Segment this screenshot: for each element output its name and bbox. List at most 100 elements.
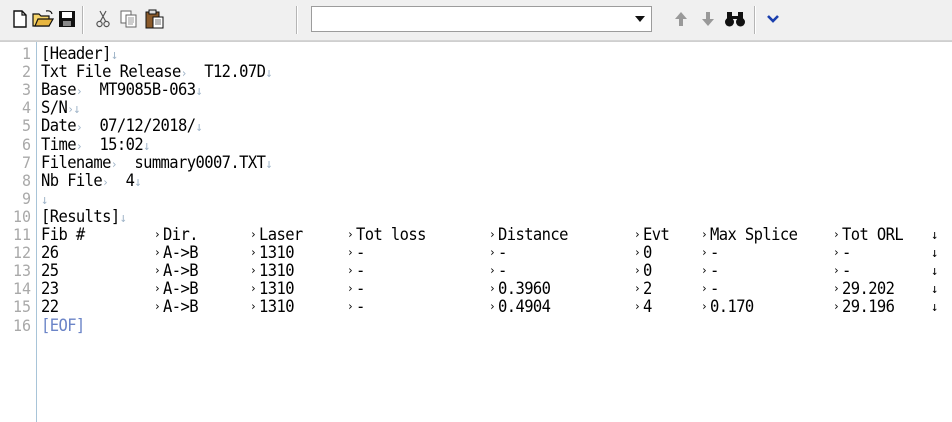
new-file-icon[interactable] [9, 8, 31, 30]
line-number: 13 [12, 261, 31, 281]
table-cell: - [710, 261, 719, 281]
line-number: 14 [12, 279, 31, 299]
line-text: [EOF] [41, 315, 85, 335]
tab-mark: › [250, 227, 257, 242]
line-number: 5 [21, 116, 31, 136]
tab-mark: › [701, 299, 708, 314]
copy-icon[interactable] [118, 8, 140, 30]
table-cell: 0.3960 [498, 279, 551, 299]
tab-mark: › [833, 227, 840, 242]
editor-line: 11 Fib # › Dir. › Laser › Tot loss › Distance › Evt… [0, 225, 952, 244]
table-cell: A->B [163, 243, 199, 263]
eol-mark: ↓ [265, 155, 272, 171]
table-cell: 2 [643, 279, 652, 299]
open-folder-icon[interactable] [32, 8, 54, 30]
chevron-down-icon[interactable] [635, 16, 645, 22]
eol-mark: ↓ [931, 281, 938, 297]
cut-icon[interactable] [92, 8, 114, 30]
line-number: 10 [12, 206, 31, 227]
line-number: 3 [21, 80, 31, 100]
editor-line: 7 Filename› summary0007.TXT↓ [0, 153, 952, 172]
editor-line: 14 23 › A->B › 1310 › - › 0.3960 › 2 › - › 29.202 ↓ [0, 279, 952, 298]
search-input[interactable] [312, 7, 638, 31]
table-cell: 29.196 [842, 297, 895, 317]
eol-mark: ↓ [41, 192, 48, 208]
chevron-down-icon[interactable] [762, 8, 784, 30]
toolbar-separator [82, 6, 84, 34]
table-cell: 1310 [259, 243, 295, 263]
arrow-down-icon[interactable] [697, 8, 719, 30]
table-cell: - [356, 261, 365, 281]
field-label: Date [41, 116, 77, 136]
tab-mark: › [154, 227, 161, 242]
tab-mark: › [250, 263, 257, 278]
text-editor[interactable]: 1 [Header]↓ 2 Txt File Release› T12.07D↓ 3 Ba… [0, 41, 952, 422]
line-number: 16 [12, 315, 31, 335]
tab-mark: › [634, 281, 641, 296]
tab-mark: › [347, 263, 354, 278]
field-label: Filename [41, 152, 111, 173]
editor-line: 9 ↓ [0, 189, 952, 208]
eol-mark: ↓ [110, 47, 118, 63]
tab-mark: › [250, 281, 257, 296]
toolbar-separator [296, 6, 298, 34]
field-value: 07/12/2018/ [99, 116, 196, 136]
table-cell: Dir. [163, 225, 199, 245]
table-cell: A->B [163, 279, 199, 299]
search-combobox[interactable] [311, 6, 652, 32]
table-cell: 25 [41, 261, 59, 281]
tab-mark: › [250, 299, 257, 314]
field-label: Time [41, 134, 77, 154]
tab-mark: › [154, 245, 161, 260]
table-cell: - [498, 243, 507, 263]
arrow-up-icon[interactable] [670, 8, 692, 30]
line-number: 2 [21, 62, 31, 82]
line-number: 4 [21, 98, 31, 118]
field-label: S/N [41, 98, 68, 118]
tab-mark: › [701, 227, 708, 242]
table-cell: 1310 [259, 297, 295, 317]
tab-mark: › [489, 281, 496, 296]
editor-line: 13 25 › A->B › 1310 › - › - › 0 › - › - ↓ [0, 261, 952, 280]
line-number: 12 [12, 243, 31, 263]
tab-mark: › [154, 281, 161, 296]
paste-icon[interactable] [144, 8, 166, 30]
tab-mark: › [634, 245, 641, 260]
table-cell: - [356, 297, 365, 317]
field-value: T12.07D [204, 62, 266, 82]
editor-line: 1 [Header]↓ [0, 44, 952, 63]
binoculars-icon[interactable] [724, 8, 746, 30]
tab-mark: › [154, 263, 161, 278]
tab-mark: › [347, 227, 354, 242]
eol-mark: ↓ [134, 173, 141, 190]
line-number: 7 [21, 152, 31, 173]
tab-mark: › [833, 263, 840, 278]
field-value: summary0007.TXT [134, 152, 266, 173]
tab-mark: › [75, 120, 83, 135]
tab-mark: › [701, 281, 708, 296]
editor-line: 5 Date› 07/12/2018/↓ [0, 116, 952, 135]
tab-mark: › [347, 299, 354, 314]
tab-mark: › [489, 299, 496, 314]
table-cell: 29.202 [842, 279, 895, 299]
table-cell: - [842, 261, 851, 281]
table-cell: - [842, 243, 851, 263]
field-label: Base [41, 80, 77, 100]
field-value: MT9085B-063 [99, 80, 196, 100]
save-disk-icon[interactable] [56, 8, 78, 30]
eol-mark: ↓ [931, 245, 938, 261]
table-cell: 26 [41, 243, 59, 263]
eol-mark: ↓ [195, 83, 203, 99]
line-number: 11 [12, 225, 31, 245]
tab-mark: › [102, 175, 109, 190]
tab-mark: › [75, 84, 83, 99]
toolbar-separator [754, 6, 756, 34]
eol-mark: ↓ [265, 65, 272, 81]
eol-mark: ↓ [931, 227, 938, 243]
eol-mark: ↓ [119, 210, 127, 226]
table-cell: 23 [41, 279, 59, 299]
tab-mark: › [347, 281, 354, 296]
eol-mark: ↓ [931, 299, 938, 315]
line-number: 1 [21, 44, 31, 64]
tab-mark: › [489, 263, 496, 278]
